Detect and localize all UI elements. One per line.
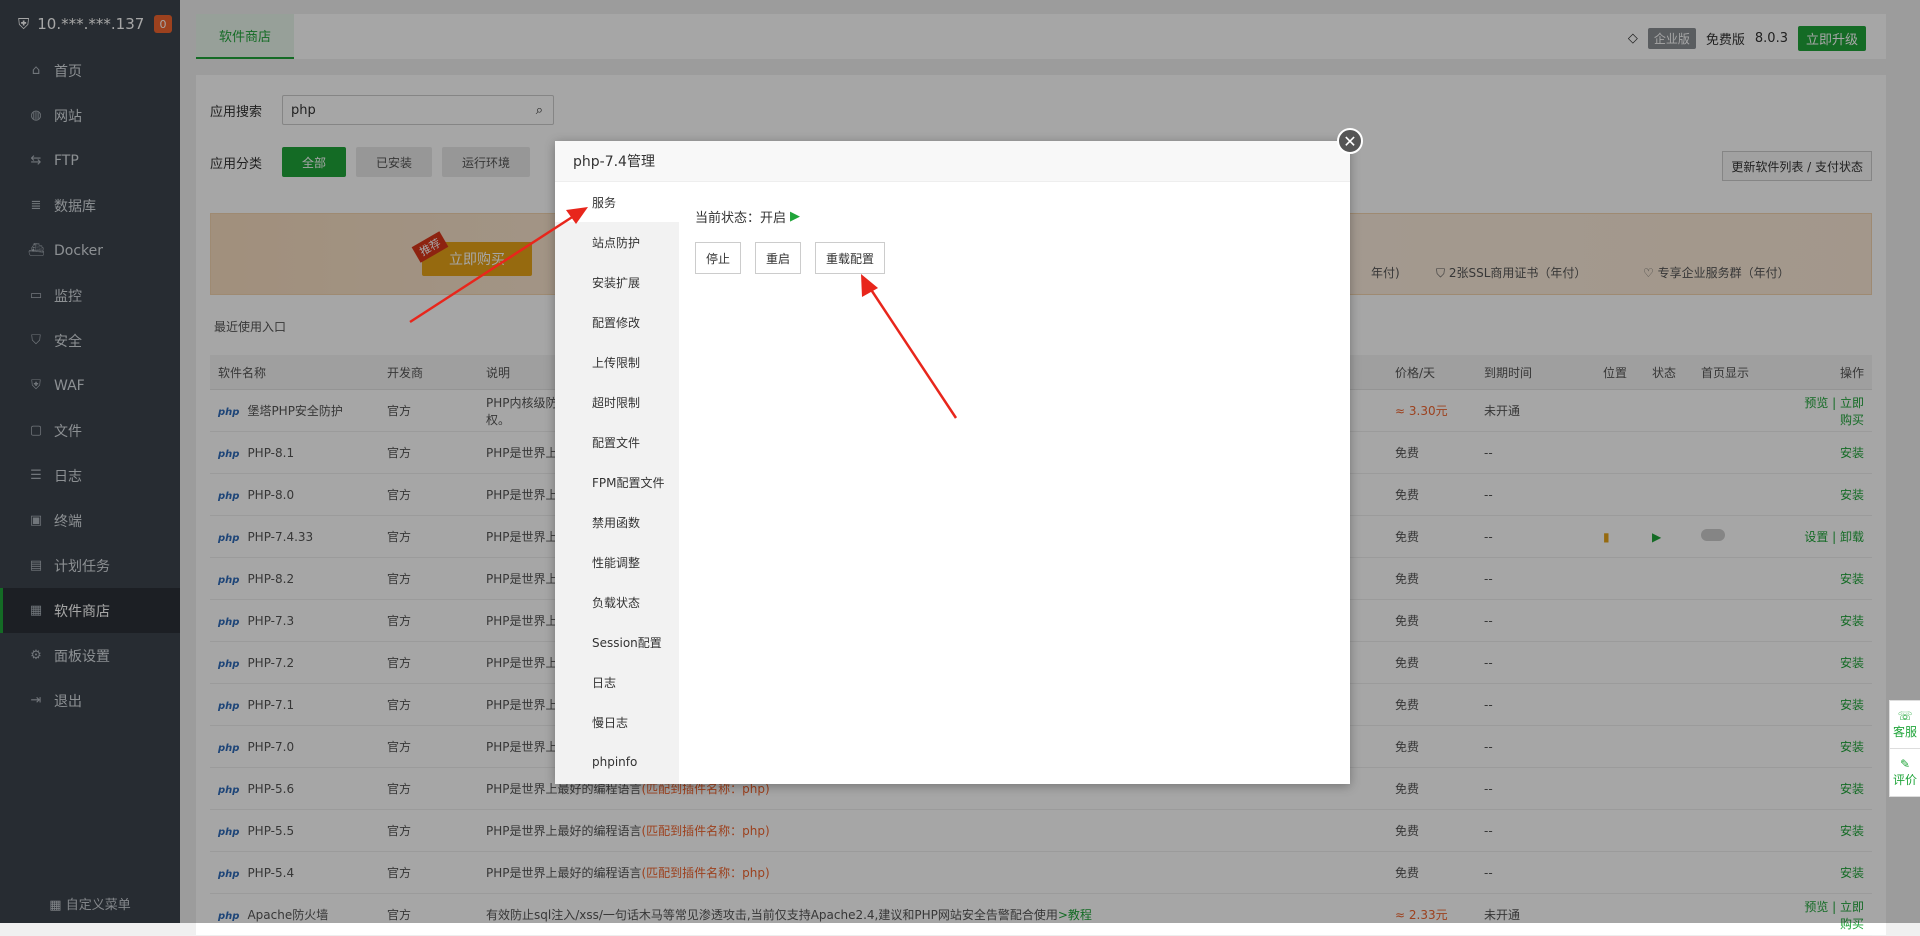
restart-button[interactable]: 重启 — [755, 242, 802, 274]
php-manage-dialog: php-7.4管理 ✕ 服务 站点防护 安装扩展 配置修改 上传限制 超时限制 配置文件 FP… — [555, 128, 1363, 784]
service-panel: 当前状态： 开启 ▶ 停止 重启 重载配置 — [695, 182, 886, 274]
dialog-menu-item[interactable]: 服务 — [555, 182, 679, 222]
service-status: 当前状态： 开启 ▶ — [695, 209, 801, 226]
close-icon[interactable]: ✕ — [1337, 128, 1363, 154]
dialog-menu-item[interactable]: 超时限制 — [555, 382, 679, 422]
dialog-menu-item[interactable]: 配置文件 — [555, 422, 679, 462]
dialog-menu-item[interactable]: 慢日志 — [555, 702, 679, 742]
dialog-menu-item[interactable]: 站点防护 — [555, 222, 679, 262]
dialog-menu: 服务 站点防护 安装扩展 配置修改 上传限制 超时限制 配置文件 FPM配置文件 禁用函数 性能调… — [555, 182, 679, 784]
dialog-menu-item[interactable]: 性能调整 — [555, 542, 679, 582]
dialog-menu-item[interactable]: FPM配置文件 — [555, 462, 679, 502]
dialog-menu-item[interactable]: 负载状态 — [555, 582, 679, 622]
dialog-menu-item[interactable]: 安装扩展 — [555, 262, 679, 302]
play-icon: ▶ — [790, 209, 801, 224]
dialog-menu-item[interactable]: 上传限制 — [555, 342, 679, 382]
dialog-menu-item[interactable]: phpinfo — [555, 742, 679, 782]
rate-button[interactable]: ✎ 评价 — [1890, 749, 1920, 796]
dialog-title: php-7.4管理 — [555, 141, 1350, 182]
dialog-menu-item[interactable]: Session配置 — [555, 622, 679, 662]
float-toolbar: ☏ 客服 ✎ 评价 — [1889, 700, 1920, 797]
dialog-menu-item[interactable]: 禁用函数 — [555, 502, 679, 542]
dialog-menu-item[interactable]: 日志 — [555, 662, 679, 702]
reload-config-button[interactable]: 重载配置 — [815, 242, 886, 274]
status-value: 开启 — [760, 211, 787, 226]
stop-button[interactable]: 停止 — [695, 242, 742, 274]
customer-service-button[interactable]: ☏ 客服 — [1890, 701, 1920, 749]
dialog-menu-item[interactable]: 配置修改 — [555, 302, 679, 342]
